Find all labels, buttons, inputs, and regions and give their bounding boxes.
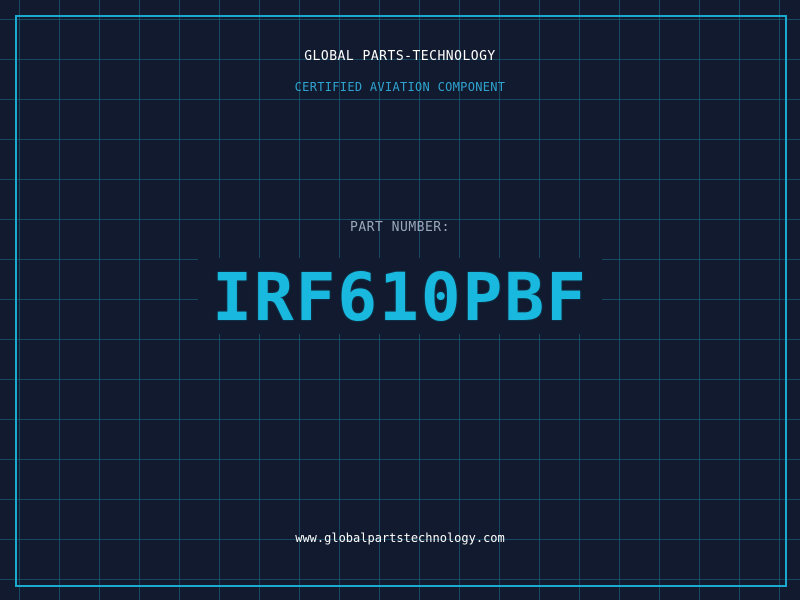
part-number-value: IRF610PBF <box>212 259 588 336</box>
company-name: GLOBAL PARTS-TECHNOLOGY <box>304 49 496 64</box>
certification-tagline: CERTIFIED AVIATION COMPONENT <box>294 80 506 94</box>
part-card: GLOBAL PARTS-TECHNOLOGY CERTIFIED AVIATI… <box>0 0 800 600</box>
website-url: www.globalpartstechnology.com <box>295 531 505 545</box>
part-number-label: PART NUMBER: <box>350 220 450 235</box>
